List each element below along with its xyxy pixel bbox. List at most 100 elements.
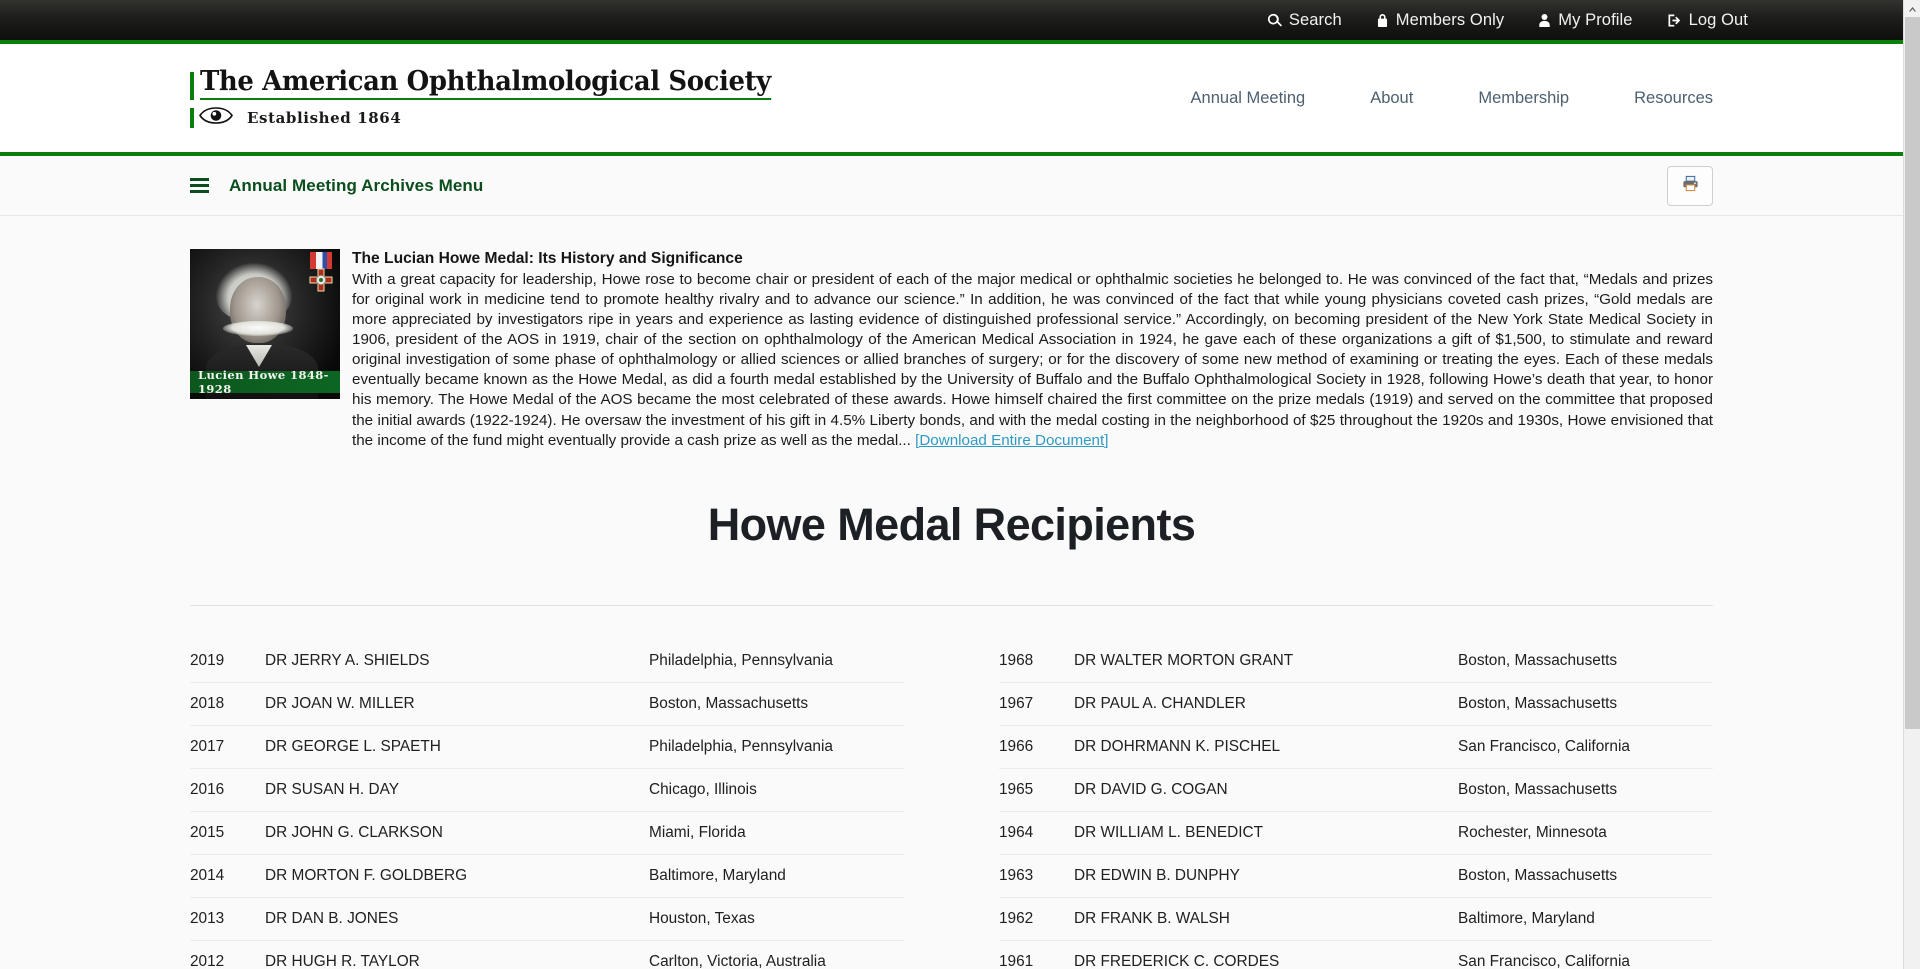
recipient-year: 2013 [190, 909, 225, 927]
medal-ribbon-icon [310, 252, 332, 269]
archives-menu-label[interactable]: Annual Meeting Archives Menu [229, 176, 483, 196]
logout-icon [1667, 13, 1682, 28]
topbar-label-log-out: Log Out [1688, 10, 1748, 29]
hamburger-icon[interactable] [190, 178, 209, 193]
nav-item-annual-meeting[interactable]: Annual Meeting [1191, 89, 1306, 108]
recipient-place: Boston, Massachusetts [1458, 694, 1618, 712]
recipient-place: Philadelphia, Pennsylvania [649, 737, 833, 755]
logo-subtitle: Established 1864 [247, 108, 402, 127]
table-row: 1961 DR FREDERICK C. CORDES San Francisc… [999, 941, 1713, 969]
recipient-place: Chicago, Illinois [649, 780, 757, 798]
topbar-item-search[interactable]: Search [1267, 11, 1342, 30]
download-entire-document-link[interactable]: [Download Entire Document] [915, 432, 1108, 449]
recipient-name: DR HUGH R. TAYLOR [265, 952, 420, 969]
recipient-year: 1967 [999, 694, 1034, 712]
medal-cross-icon [309, 268, 333, 292]
recipient-name: DR EDWIN B. DUNPHY [1074, 866, 1240, 884]
recipients-column-left: 2019 DR JERRY A. SHIELDS Philadelphia, P… [190, 640, 904, 969]
logo-subtitle-row: Established 1864 [190, 106, 795, 129]
search-icon [1267, 13, 1282, 28]
table-row: 2017 DR GEORGE L. SPAETH Philadelphia, P… [190, 726, 904, 769]
recipient-name: DR GEORGE L. SPAETH [265, 737, 441, 755]
topbar-label-search: Search [1288, 10, 1342, 29]
table-row: 1963 DR EDWIN B. DUNPHY Boston, Massachu… [999, 855, 1713, 898]
recipients-column-right: 1968 DR WALTER MORTON GRANT Boston, Mass… [999, 640, 1713, 969]
recipient-place: Philadelphia, Pennsylvania [649, 651, 833, 669]
recipient-place: Boston, Massachusetts [1458, 780, 1618, 798]
nav-item-resources[interactable]: Resources [1634, 89, 1713, 108]
site-logo[interactable]: The American Ophthalmological Society Es… [190, 68, 795, 129]
recipient-name: DR MORTON F. GOLDBERG [265, 866, 468, 884]
recipient-place: Boston, Massachusetts [1458, 866, 1618, 884]
table-row: 2016 DR SUSAN H. DAY Chicago, Illinois [190, 769, 904, 812]
table-row: 1966 DR DOHRMANN K. PISCHEL San Francisc… [999, 726, 1713, 769]
recipient-place: Boston, Massachusetts [649, 694, 809, 712]
topbar-label-members-only: Members Only [1395, 10, 1505, 29]
recipient-year: 1962 [999, 909, 1034, 927]
intro-section: Lucien Howe 1848-1928 The Lucian Howe Me… [190, 216, 1713, 451]
recipient-name: DR DAVID G. COGAN [1074, 780, 1228, 798]
table-row: 1965 DR DAVID G. COGAN Boston, Massachus… [999, 769, 1713, 812]
table-row: 2014 DR MORTON F. GOLDBERG Baltimore, Ma… [190, 855, 904, 898]
table-row: 2019 DR JERRY A. SHIELDS Philadelphia, P… [190, 640, 904, 683]
recipient-name: DR JOAN W. MILLER [265, 694, 415, 712]
page-title: Howe Medal Recipients [707, 498, 1196, 550]
archives-menu-bar: Annual Meeting Archives Menu [0, 156, 1903, 216]
browser-viewport: Search Members Only My Profile Log Out T… [0, 0, 1920, 969]
recipient-name: DR JOHN G. CLARKSON [265, 823, 443, 841]
recipient-year: 2018 [190, 694, 225, 712]
recipient-year: 2017 [190, 737, 225, 755]
recipient-place: Boston, Massachusetts [1458, 651, 1618, 669]
recipient-place: Baltimore, Maryland [649, 866, 786, 884]
lucien-howe-portrait: Lucien Howe 1848-1928 [190, 249, 340, 399]
scroll-up-button[interactable] [1904, 0, 1920, 17]
intro-text-block: The Lucian Howe Medal: Its History and S… [352, 249, 1713, 451]
portrait-caption: Lucien Howe 1848-1928 [190, 368, 340, 396]
nav-item-about[interactable]: About [1370, 89, 1413, 108]
recipient-place: Houston, Texas [649, 909, 755, 927]
eye-icon [199, 106, 233, 129]
intro-body: With a great capacity for leadership, Ho… [352, 270, 1713, 451]
table-row: 1964 DR WILLIAM L. BENEDICT Rochester, M… [999, 812, 1713, 855]
recipient-year: 1963 [999, 866, 1034, 884]
recipient-year: 2012 [190, 952, 225, 969]
recipient-place: Rochester, Minnesota [1458, 823, 1607, 841]
recipient-name: DR PAUL A. CHANDLER [1074, 694, 1246, 712]
recipient-year: 2016 [190, 780, 225, 798]
recipient-name: DR JERRY A. SHIELDS [265, 651, 430, 669]
table-row: 2013 DR DAN B. JONES Houston, Texas [190, 898, 904, 941]
recipient-place: San Francisco, California [1458, 952, 1630, 969]
intro-title: The Lucian Howe Medal: Its History and S… [352, 250, 743, 267]
recipient-name: DR FRANK B. WALSH [1074, 909, 1230, 927]
recipient-year: 1968 [999, 651, 1034, 669]
recipient-year: 1966 [999, 737, 1034, 755]
utility-topbar: Search Members Only My Profile Log Out [0, 0, 1903, 44]
recipient-name: DR WILLIAM L. BENEDICT [1074, 823, 1263, 841]
vertical-scrollbar[interactable] [1903, 0, 1920, 969]
scrollbar-thumb[interactable] [1905, 17, 1920, 729]
print-button[interactable] [1667, 165, 1713, 206]
page-content: Search Members Only My Profile Log Out T… [0, 0, 1903, 969]
table-row: 1962 DR FRANK B. WALSH Baltimore, Maryla… [999, 898, 1713, 941]
chevron-up-icon [1908, 0, 1917, 18]
table-row: 2012 DR HUGH R. TAYLOR Carlton, Victoria… [190, 941, 904, 969]
recipient-place: San Francisco, California [1458, 737, 1630, 755]
lock-icon [1376, 13, 1389, 28]
nav-item-membership[interactable]: Membership [1478, 89, 1569, 108]
recipient-year: 2014 [190, 866, 225, 884]
table-row: 2015 DR JOHN G. CLARKSON Miami, Florida [190, 812, 904, 855]
main-content: Lucien Howe 1848-1928 The Lucian Howe Me… [0, 216, 1903, 969]
topbar-item-members-only[interactable]: Members Only [1376, 11, 1504, 30]
topbar-item-my-profile[interactable]: My Profile [1538, 11, 1632, 30]
topbar-item-log-out[interactable]: Log Out [1667, 11, 1748, 30]
recipient-name: DR DAN B. JONES [265, 909, 399, 927]
recipient-name: DR SUSAN H. DAY [265, 780, 399, 798]
logo-title-row: The American Ophthalmological Society [190, 68, 795, 100]
recipient-year: 1961 [999, 952, 1034, 969]
logo-accent-bar-2 [190, 107, 194, 128]
recipient-year: 1964 [999, 823, 1034, 841]
recipient-name: DR DOHRMANN K. PISCHEL [1074, 737, 1281, 755]
recipient-place: Baltimore, Maryland [1458, 909, 1595, 927]
recipient-name: DR WALTER MORTON GRANT [1074, 651, 1294, 669]
recipient-place: Miami, Florida [649, 823, 746, 841]
